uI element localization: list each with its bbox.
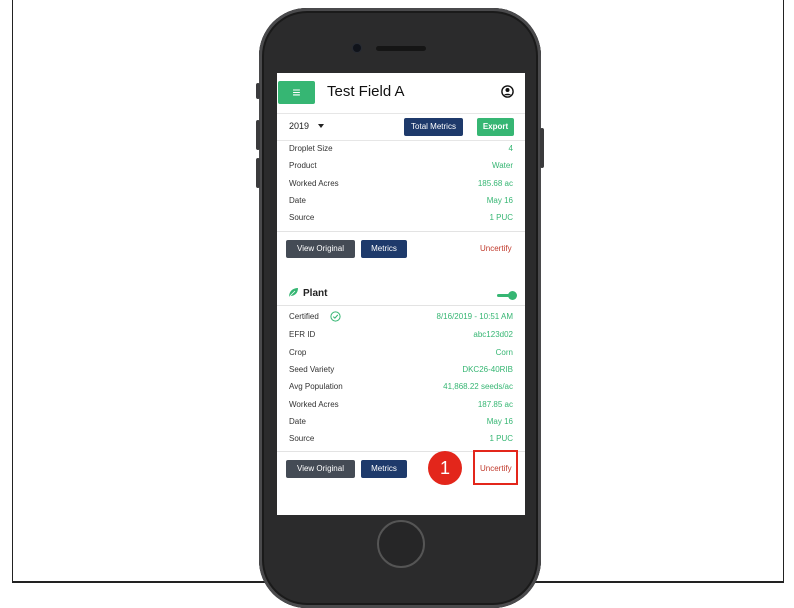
detail-label: Source [289, 434, 315, 443]
detail-label: Certified [289, 312, 319, 321]
detail-value: May 16 [486, 196, 513, 205]
detail-value: 4 [508, 144, 513, 153]
detail-value: 41,868.22 seeds/ac [443, 382, 513, 391]
detail-value: DKC26-40RIB [462, 365, 513, 374]
plant-toggle-knob[interactable] [508, 291, 517, 300]
detail-row: Droplet Size 4 [289, 144, 513, 158]
detail-label: Product [289, 161, 317, 170]
metrics-button[interactable]: Metrics [361, 240, 407, 258]
plant-section-title: Plant [303, 288, 328, 299]
view-original-button[interactable]: View Original [286, 460, 355, 478]
detail-value: Water [491, 161, 513, 170]
detail-value: 1 PUC [489, 434, 513, 443]
power-button [540, 128, 544, 168]
earpiece-speaker [376, 46, 426, 51]
detail-row: Product Water [289, 161, 513, 175]
detail-label: Avg Population [289, 382, 343, 391]
detail-label: Seed Variety [289, 365, 335, 374]
total-metrics-button[interactable]: Total Metrics [404, 118, 463, 136]
certified-badge-icon [330, 311, 341, 322]
uncertify-link[interactable]: Uncertify [480, 244, 512, 253]
detail-label: Droplet Size [289, 144, 333, 153]
detail-value: 187.85 ac [477, 400, 513, 409]
volume-down-button [256, 158, 260, 188]
uncertify-highlight-box [473, 450, 518, 485]
detail-row: Seed Variety DKC26-40RIB [289, 365, 513, 379]
metrics-button[interactable]: Metrics [361, 460, 407, 478]
hamburger-icon: ≡ [292, 84, 301, 100]
detail-row: Source 1 PUC [289, 213, 513, 227]
detail-label: Worked Acres [289, 400, 339, 409]
detail-row: Date May 16 [289, 417, 513, 431]
image-left-border [0, 0, 13, 583]
controls-bar: 2019 Total Metrics Export [277, 113, 525, 141]
detail-label: EFR ID [289, 330, 316, 339]
detail-value: abc123d02 [473, 330, 513, 339]
image-right-border [783, 0, 794, 583]
detail-label: Date [289, 417, 306, 426]
detail-value: 1 PUC [489, 213, 513, 222]
export-button[interactable]: Export [477, 118, 514, 136]
detail-row: Source 1 PUC [289, 434, 513, 448]
detail-value: May 16 [486, 417, 513, 426]
detail-label: Source [289, 213, 315, 222]
detail-value: Corn [495, 348, 513, 357]
detail-row: Certified 8/16/2019 - 10:51 AM [289, 312, 513, 326]
detail-row: EFR ID abc123d02 [289, 330, 513, 344]
view-original-button[interactable]: View Original [286, 240, 355, 258]
leaf-icon [289, 288, 298, 297]
step-number-badge: 1 [428, 451, 462, 485]
detail-label: Worked Acres [289, 179, 339, 188]
detail-value: 8/16/2019 - 10:51 AM [436, 312, 514, 321]
divider [277, 231, 525, 232]
mute-switch [256, 83, 260, 99]
detail-row: Worked Acres 185.68 ac [289, 179, 513, 193]
detail-row: Worked Acres 187.85 ac [289, 400, 513, 414]
phone-screen: ≡ Test Field A 2019 Total Metrics Export… [277, 73, 525, 515]
year-select[interactable]: 2019 [289, 121, 309, 131]
detail-row: Avg Population 41,868.22 seeds/ac [289, 382, 513, 396]
menu-button[interactable]: ≡ [278, 81, 315, 104]
detail-label: Crop [289, 348, 307, 357]
detail-row: Date May 16 [289, 196, 513, 210]
detail-value: 185.68 ac [477, 179, 513, 188]
front-camera [353, 44, 361, 52]
detail-label: Date [289, 196, 306, 205]
detail-row: Crop Corn [289, 348, 513, 362]
divider [277, 305, 525, 306]
volume-up-button [256, 120, 260, 150]
home-button[interactable] [377, 520, 425, 568]
caret-down-icon[interactable] [318, 124, 324, 128]
user-circle-icon[interactable] [501, 85, 514, 98]
app-header: ≡ Test Field A [277, 73, 525, 113]
page-title: Test Field A [327, 83, 405, 100]
